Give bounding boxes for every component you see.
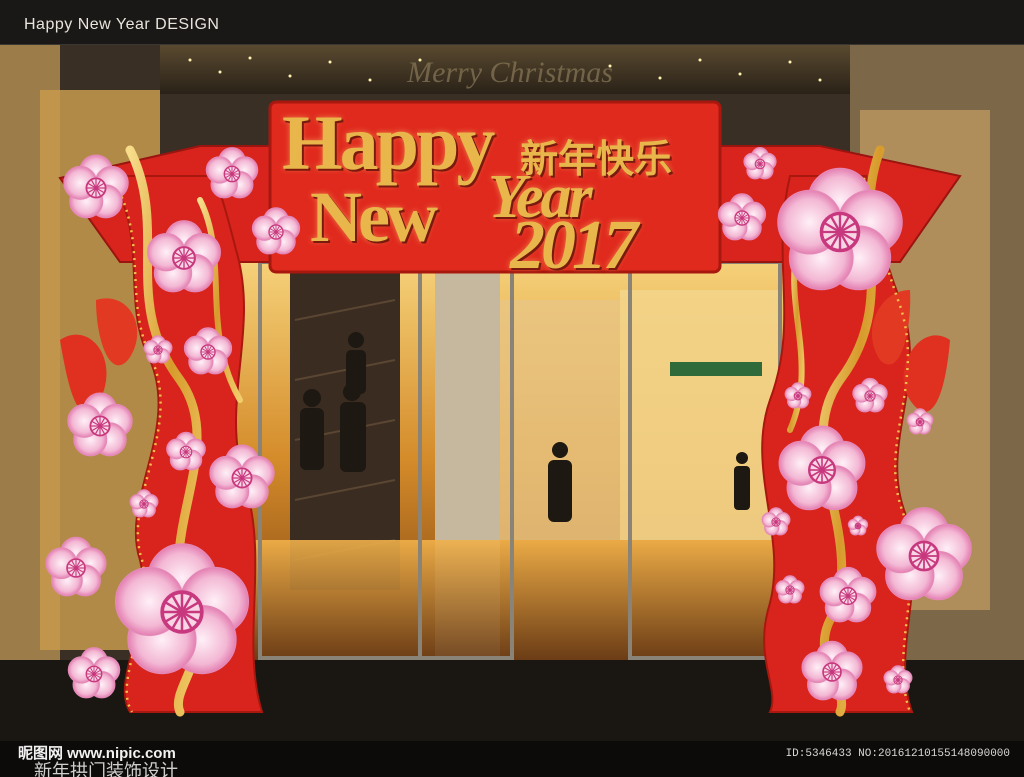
screenshot: Merry Christmas Happy 新年快乐 Year New 2017…	[0, 0, 1024, 777]
corridor-lights	[620, 290, 780, 540]
title-2017: 2017	[510, 207, 638, 284]
watermark: 昵图网 www.nipic.com	[18, 745, 176, 762]
window-title: Happy New Year DESIGN	[24, 16, 220, 33]
title-bar: Happy New Year DESIGN	[0, 0, 1024, 45]
title-happy: Happy	[282, 99, 495, 186]
mall-sign-text: Merry Christmas	[406, 56, 613, 89]
arch-title: Happy 新年快乐 Year New 2017	[270, 98, 710, 284]
exit-sign	[670, 362, 762, 376]
title-new: New	[310, 177, 438, 257]
image-id-label: ID:5346433 NO:20161210155148090000	[785, 748, 1010, 760]
